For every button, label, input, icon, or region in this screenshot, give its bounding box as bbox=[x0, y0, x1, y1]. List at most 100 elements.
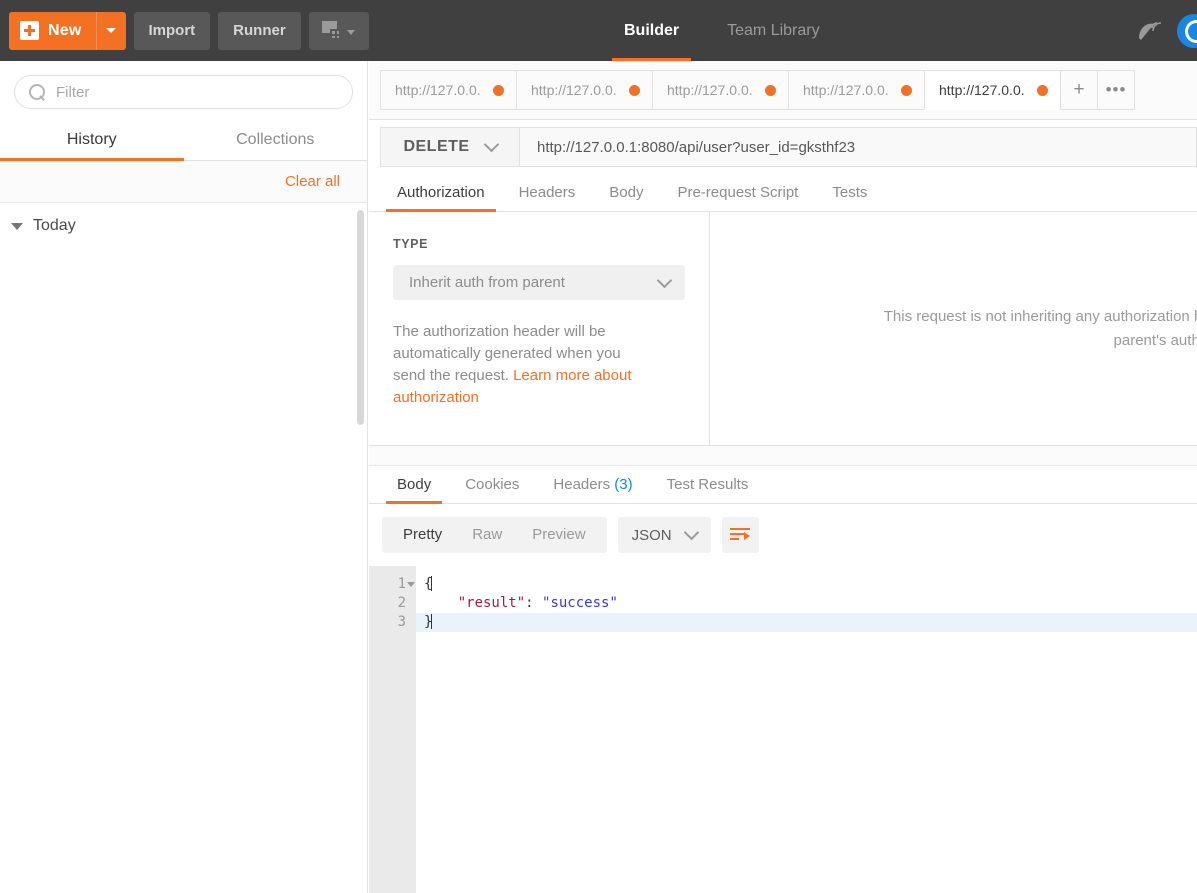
response-tab-body[interactable]: Body bbox=[380, 476, 448, 504]
unsaved-dot-icon bbox=[493, 84, 504, 96]
request-tab-pre-request-script[interactable]: Pre-request Script bbox=[660, 184, 815, 211]
plus-icon bbox=[20, 21, 39, 40]
request-tab-body[interactable]: Body bbox=[592, 184, 660, 211]
user-avatar[interactable] bbox=[1177, 13, 1197, 48]
response-format-select[interactable]: JSON bbox=[617, 517, 711, 553]
clear-all-button[interactable]: Clear all bbox=[285, 173, 340, 190]
sidebar-tab-history[interactable]: History bbox=[0, 121, 184, 161]
request-url-row: DELETE http://127.0.0.1:8080/api/user?us… bbox=[369, 120, 1197, 174]
sidebar-scrollbar[interactable] bbox=[357, 210, 364, 425]
request-tab-label: http://127.0.0. bbox=[939, 82, 1025, 98]
request-tab-tests[interactable]: Tests bbox=[815, 184, 884, 211]
editor-code-area[interactable]: { "result": "success" } bbox=[416, 566, 1197, 824]
chevron-down-icon bbox=[347, 30, 356, 35]
code-line-highlighted: } bbox=[416, 613, 1197, 632]
line-number: 1 bbox=[397, 576, 406, 592]
postman-window: New Import Runner Builder Team Library F… bbox=[0, 0, 1197, 893]
collection-plus-icon bbox=[322, 20, 344, 41]
request-tab[interactable]: http://127.0.0. bbox=[516, 70, 653, 110]
request-tab[interactable]: http://127.0.0. bbox=[380, 70, 517, 110]
chevron-down-icon bbox=[656, 272, 673, 288]
main-nav-tabs: Builder Team Library bbox=[600, 0, 844, 61]
toolbar-right-group bbox=[1137, 0, 1197, 61]
unsaved-dot-icon bbox=[901, 84, 912, 96]
satellite-dish-icon[interactable] bbox=[1137, 19, 1163, 43]
view-mode-raw[interactable]: Raw bbox=[457, 517, 517, 553]
response-toolbar: Pretty Raw Preview JSON bbox=[369, 504, 1197, 566]
fold-triangle-icon[interactable] bbox=[407, 582, 415, 587]
history-group-today[interactable]: Today bbox=[0, 203, 367, 235]
code-token-string: "success" bbox=[542, 595, 618, 611]
runner-button-label: Runner bbox=[233, 22, 286, 39]
chevron-down-icon bbox=[483, 136, 499, 153]
view-mode-preview[interactable]: Preview bbox=[517, 517, 600, 553]
import-button[interactable]: Import bbox=[133, 11, 211, 50]
request-tab-label: http://127.0.0. bbox=[803, 82, 889, 98]
chevron-down-icon bbox=[106, 28, 116, 33]
auth-inherit-message-line-1: This request is not inheriting any autho… bbox=[883, 307, 1197, 325]
view-mode-pretty[interactable]: Pretty bbox=[388, 517, 457, 553]
editor-gutter-fill bbox=[369, 824, 416, 893]
code-line: "result": "success" bbox=[424, 594, 1197, 613]
request-tab-authorization-label: Authorization bbox=[397, 184, 485, 201]
code-token-punct: : bbox=[525, 595, 543, 611]
import-button-label: Import bbox=[148, 22, 196, 39]
response-tab-test-results[interactable]: Test Results bbox=[650, 476, 766, 503]
sidebar-tabs: History Collections bbox=[0, 121, 367, 161]
authorization-right-column: This request is not inheriting any autho… bbox=[710, 212, 1197, 445]
new-button[interactable]: New bbox=[9, 11, 126, 50]
request-tab-headers[interactable]: Headers bbox=[502, 184, 593, 211]
request-url-value: http://127.0.0.1:8080/api/user?user_id=g… bbox=[537, 138, 856, 156]
nav-tab-team-library[interactable]: Team Library bbox=[703, 0, 843, 61]
text-cursor bbox=[431, 576, 433, 591]
new-collection-button[interactable] bbox=[308, 11, 369, 50]
unsaved-dot-icon bbox=[629, 84, 640, 96]
authorization-left-column: TYPE Inherit auth from parent The author… bbox=[369, 212, 710, 445]
response-tab-headers[interactable]: Headers (3) bbox=[536, 476, 649, 503]
auth-type-select[interactable]: Inherit auth from parent bbox=[393, 265, 685, 300]
response-tab-headers-label: Headers bbox=[553, 476, 611, 493]
word-wrap-button[interactable] bbox=[721, 517, 759, 553]
nav-tab-builder[interactable]: Builder bbox=[600, 0, 703, 61]
request-tab-pre-request-script-label: Pre-request Script bbox=[677, 184, 799, 201]
search-icon bbox=[29, 83, 46, 101]
search-input[interactable]: Filter bbox=[14, 75, 353, 109]
add-request-tab-label: + bbox=[1073, 79, 1085, 100]
code-line: { bbox=[424, 575, 1197, 594]
http-method-select[interactable]: DELETE bbox=[380, 127, 520, 167]
request-tab-overflow-label: ••• bbox=[1105, 80, 1127, 99]
unsaved-dot-icon bbox=[765, 84, 776, 96]
request-url-input[interactable]: http://127.0.0.1:8080/api/user?user_id=g… bbox=[520, 127, 1197, 167]
auth-inherit-message: This request is not inheriting any autho… bbox=[710, 305, 1197, 353]
response-tab-body-label: Body bbox=[397, 476, 432, 493]
triangle-down-icon bbox=[11, 222, 23, 230]
chevron-down-icon bbox=[683, 524, 699, 541]
line-number: 2 bbox=[397, 595, 406, 611]
sidebar-tab-collections[interactable]: Collections bbox=[184, 121, 368, 161]
request-tab-body-label: Body bbox=[609, 184, 644, 201]
main-panel: http://127.0.0. http://127.0.0. http://1… bbox=[369, 61, 1197, 893]
new-button-main[interactable]: New bbox=[9, 12, 96, 50]
request-tab-active[interactable]: http://127.0.0. bbox=[924, 70, 1061, 110]
request-tab-label: http://127.0.0. bbox=[395, 82, 481, 98]
response-tab-test-results-label: Test Results bbox=[666, 476, 749, 493]
request-tab-tests-label: Tests bbox=[832, 184, 868, 201]
response-format-value: JSON bbox=[631, 526, 672, 544]
request-tab-label: http://127.0.0. bbox=[531, 82, 617, 98]
add-request-tab-button[interactable]: + bbox=[1060, 70, 1098, 110]
request-tab[interactable]: http://127.0.0. bbox=[788, 70, 925, 110]
response-tab-cookies[interactable]: Cookies bbox=[448, 476, 536, 503]
toolbar-left-group: New Import Runner bbox=[0, 11, 369, 50]
runner-button[interactable]: Runner bbox=[218, 11, 301, 50]
new-dropdown-button[interactable] bbox=[95, 11, 126, 50]
response-body-editor[interactable]: 1 2 3 { "result": "success" } bbox=[369, 566, 1197, 893]
request-tab-authorization[interactable]: Authorization bbox=[380, 184, 502, 212]
request-tab-headers-label: Headers bbox=[518, 184, 576, 201]
request-tab[interactable]: http://127.0.0. bbox=[652, 70, 789, 110]
history-group-today-label: Today bbox=[33, 217, 76, 234]
top-toolbar: New Import Runner Builder Team Library bbox=[0, 0, 1197, 61]
history-actions-row: Clear all bbox=[0, 161, 367, 203]
search-input-placeholder: Filter bbox=[56, 83, 90, 101]
request-tab-overflow-button[interactable]: ••• bbox=[1097, 70, 1135, 110]
request-section-tabs: Authorization Headers Body Pre-request S… bbox=[369, 174, 1197, 212]
